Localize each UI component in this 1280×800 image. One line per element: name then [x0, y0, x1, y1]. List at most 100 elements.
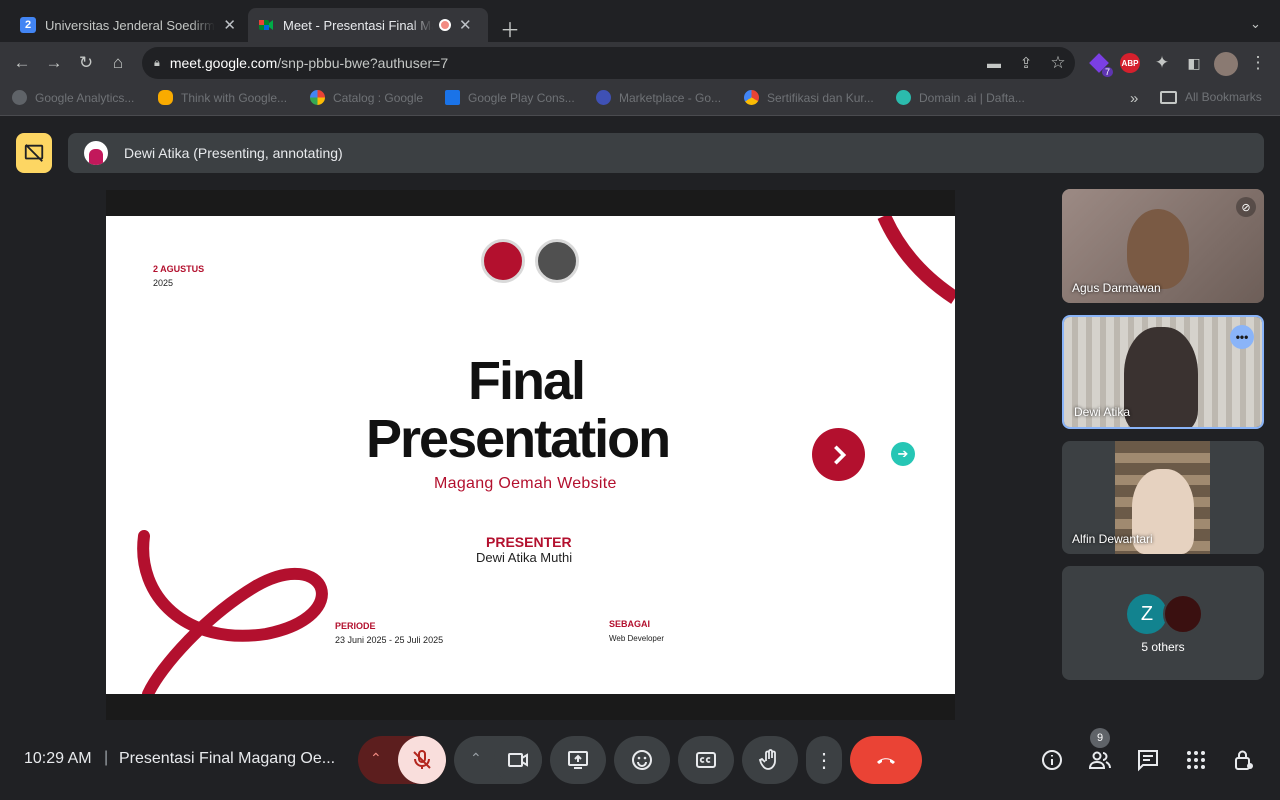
video-options-chevron-icon[interactable]: ⌃ — [470, 750, 482, 767]
presentation-slide: 2 AGUSTUS 2025 Final Presentation Magang… — [106, 216, 955, 694]
bookmark-item[interactable]: Sertifikasi dan Kur... — [744, 90, 874, 105]
others-tile[interactable]: Z 5 others — [1062, 566, 1264, 680]
tab-search-chevron-icon[interactable]: ⌄ — [1250, 16, 1261, 32]
cloud-icon — [744, 90, 759, 105]
video-camera-icon — [508, 753, 528, 767]
profile-avatar[interactable] — [1214, 52, 1238, 76]
participant-tile[interactable]: ⊘ Agus Darmawan — [1062, 189, 1264, 303]
participant-tile[interactable]: ••• Dewi Atika — [1062, 315, 1264, 429]
apps-grid-icon — [1187, 751, 1205, 769]
next-slide-button[interactable] — [812, 428, 865, 481]
periode-value: 23 Juni 2025 - 25 Juli 2025 — [335, 635, 444, 645]
google-icon — [12, 90, 27, 105]
avatar — [1163, 594, 1203, 634]
tab-meet[interactable]: Meet - Presentasi Final Magang ✕ — [248, 8, 488, 42]
extension-icon[interactable]: 7 — [1089, 53, 1113, 77]
tab-title: Meet - Presentasi Final Magang — [283, 17, 433, 33]
hand-icon — [758, 749, 776, 770]
captions-icon — [696, 752, 716, 768]
bookmark-star-icon[interactable]: ☆ — [1047, 52, 1069, 74]
reload-icon[interactable]: ↻ — [75, 52, 97, 74]
slide-title-line2: Presentation — [366, 409, 671, 469]
new-tab-icon[interactable]: ＋ — [500, 14, 520, 43]
host-controls-button[interactable] — [1232, 748, 1256, 772]
participant-face — [1127, 209, 1189, 289]
sebagai-value: Web Developer — [609, 634, 664, 643]
meeting-details-button[interactable] — [1040, 748, 1064, 772]
raise-hand-button[interactable] — [742, 736, 798, 784]
close-tab-icon[interactable]: ✕ — [223, 16, 236, 34]
share-icon[interactable]: ⇪ — [1015, 52, 1037, 74]
back-icon[interactable]: ← — [11, 52, 33, 74]
camera-button[interactable] — [494, 736, 542, 784]
banner-text: Dewi Atika (Presenting, annotating) — [124, 145, 343, 161]
present-button[interactable] — [550, 736, 606, 784]
side-panel-icon[interactable]: ◧ — [1183, 52, 1205, 74]
tab-universitas[interactable]: 2 Universitas Jenderal Soedirman ✕ — [10, 8, 246, 42]
captions-button[interactable] — [678, 736, 734, 784]
chat-button[interactable] — [1136, 748, 1160, 772]
bookmark-item[interactable]: Google Play Cons... — [445, 90, 575, 105]
play-console-icon — [445, 90, 460, 105]
bookmark-item[interactable]: Google Analytics... — [12, 90, 134, 105]
bookmark-item[interactable]: Catalog : Google — [310, 90, 423, 105]
extensions-puzzle-icon[interactable]: ✦ — [1151, 52, 1173, 74]
activities-button[interactable] — [1184, 748, 1208, 772]
chevron-right-icon — [833, 444, 846, 465]
bookmark-item[interactable]: Think with Google... — [158, 90, 287, 105]
slide-date-year: 2025 — [153, 278, 174, 288]
meeting-time: 10:29 AM — [24, 750, 92, 767]
google-icon — [310, 90, 325, 105]
others-label: 5 others — [1141, 640, 1185, 654]
presenter-avatar — [84, 141, 108, 165]
lock-icon: 🔒︎ — [154, 56, 160, 69]
tab-title: Universitas Jenderal Soedirman — [45, 17, 216, 33]
calendar-favicon-icon: 2 — [20, 17, 36, 33]
annotation-cursor-icon: ➔ — [891, 442, 915, 466]
more-options-icon[interactable]: ••• — [1230, 325, 1254, 349]
presenter-label: PRESENTER — [486, 534, 572, 550]
browser-menu-icon[interactable]: ⋮ — [1247, 52, 1269, 74]
sebagai-label: SEBAGAI — [609, 619, 651, 629]
home-icon[interactable]: ⌂ — [107, 52, 129, 74]
people-button[interactable]: 9 — [1088, 728, 1112, 772]
people-count-badge: 9 — [1090, 728, 1110, 748]
muted-mic-icon: ⊘ — [1236, 197, 1256, 217]
url-path: /snp-pbbu-bwe?authuser=7 — [277, 55, 449, 71]
audio-options-chevron-icon[interactable]: ⌃ — [370, 750, 382, 767]
reactions-button[interactable] — [614, 736, 670, 784]
url-domain: meet.google.com — [169, 55, 278, 71]
periode-label: PERIODE — [335, 621, 376, 631]
microphone-button[interactable] — [398, 736, 446, 784]
folder-icon — [1160, 90, 1177, 104]
present-off-icon — [24, 144, 44, 162]
bookmark-item[interactable]: Domain .ai | Dafta... — [896, 90, 1025, 105]
forward-icon[interactable]: → — [43, 52, 65, 74]
people-icon — [1088, 751, 1111, 769]
lock-person-icon — [1235, 750, 1253, 770]
camera-blocked-icon[interactable]: ▬ — [983, 52, 1005, 74]
all-bookmarks[interactable]: All Bookmarks — [1160, 90, 1262, 104]
university-logo — [481, 239, 525, 283]
participant-face — [1124, 327, 1198, 427]
adblock-icon[interactable]: ABP — [1120, 53, 1140, 73]
close-tab-icon[interactable]: ✕ — [459, 16, 472, 34]
participant-tile[interactable]: Alfin Dewantari — [1062, 441, 1264, 554]
hang-up-icon — [877, 758, 895, 764]
bookmarks-overflow-icon[interactable]: » — [1130, 90, 1138, 107]
present-screen-icon — [568, 751, 588, 769]
address-bar[interactable]: 🔒︎ meet.google.com /snp-pbbu-bwe?authuse… — [142, 47, 1075, 79]
presentation-settings-button[interactable] — [16, 133, 52, 173]
mic-off-icon — [413, 750, 431, 769]
lightbulb-icon — [158, 90, 173, 105]
avatar: Z — [1127, 594, 1167, 634]
more-options-button[interactable]: ⋮ — [806, 736, 842, 784]
slide-date-day: 2 AGUSTUS — [153, 264, 205, 274]
more-vert-icon: ⋮ — [814, 749, 834, 772]
participant-name: Alfin Dewantari — [1072, 532, 1153, 546]
leave-call-button[interactable] — [850, 736, 922, 784]
bookmark-item[interactable]: Marketplace - Go... — [596, 90, 721, 105]
domain-icon — [896, 90, 911, 105]
slide-title-line1: Final — [468, 351, 586, 411]
chat-icon — [1138, 750, 1158, 772]
